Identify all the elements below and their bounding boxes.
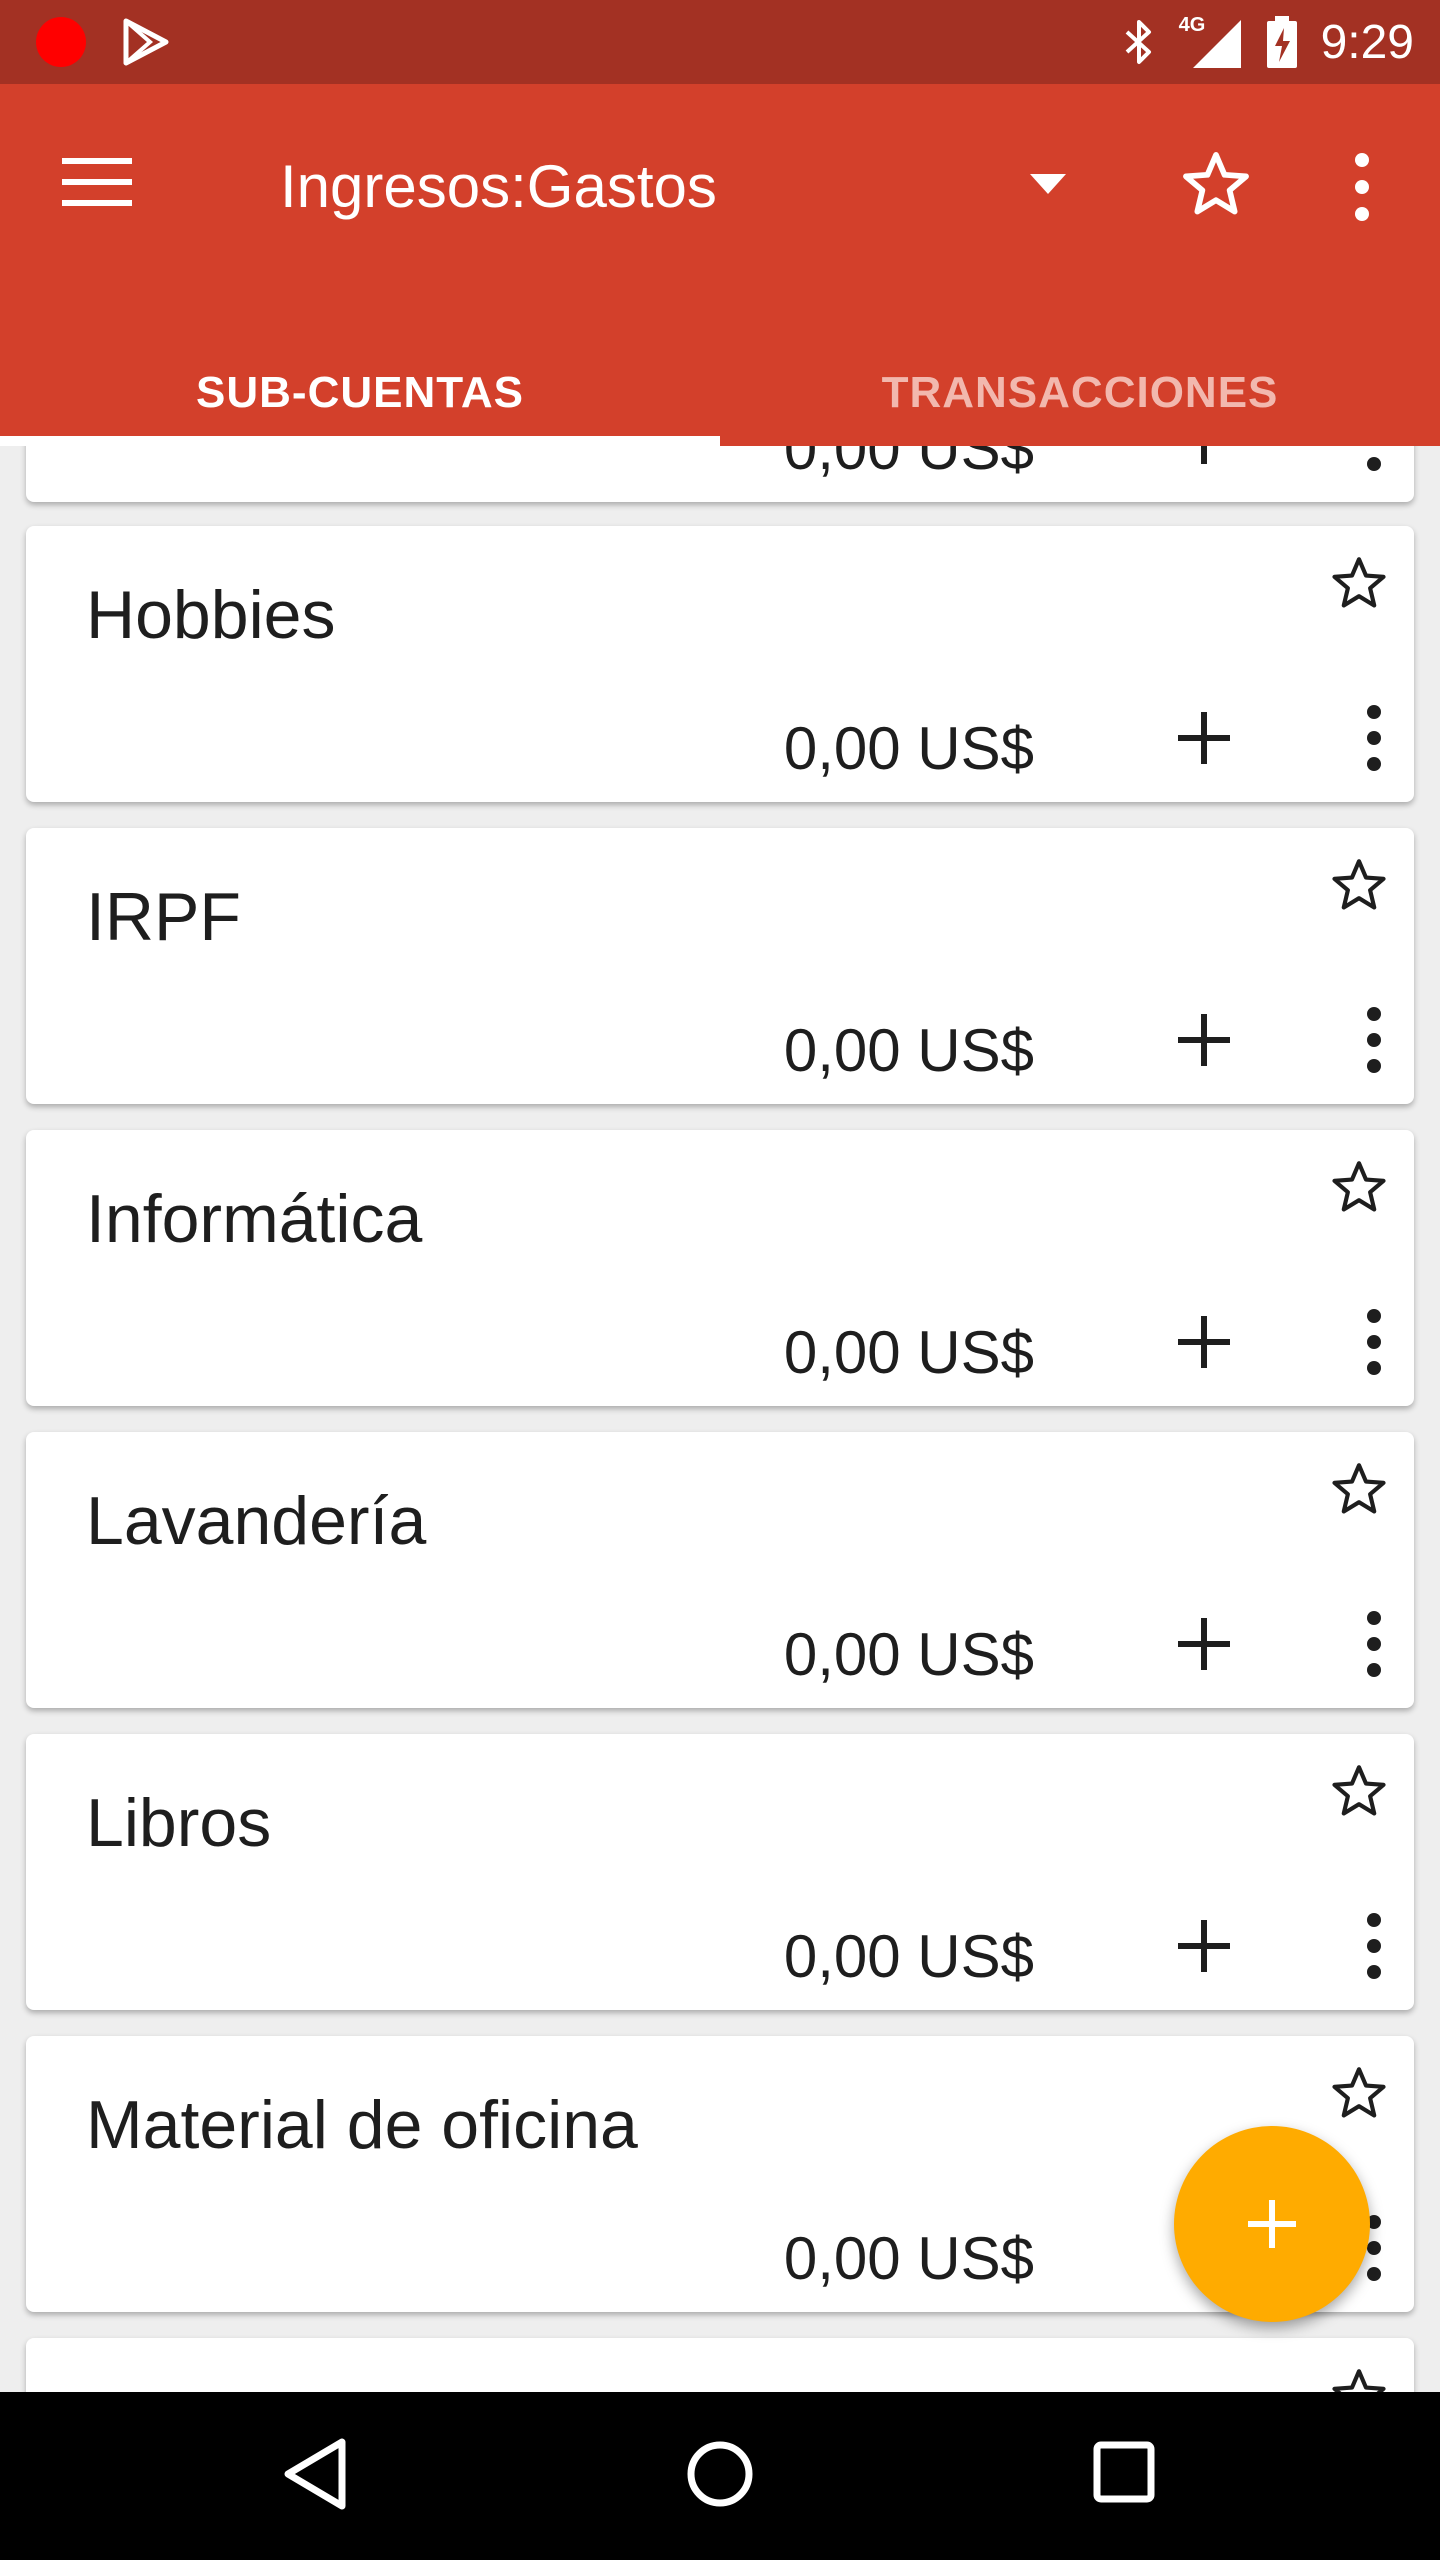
tab-indicator <box>0 436 720 446</box>
add-transaction-icon[interactable] <box>1174 1010 1234 1070</box>
recording-icon <box>36 17 86 67</box>
add-transaction-icon[interactable] <box>1174 446 1234 468</box>
add-transaction-icon[interactable] <box>1174 1916 1234 1976</box>
recents-icon[interactable] <box>1092 2440 1156 2504</box>
card-overflow-icon[interactable] <box>1362 1912 1386 1980</box>
star-outline-icon[interactable] <box>1328 854 1390 916</box>
cell-signal-icon: 4G <box>1179 14 1243 70</box>
account-balance: 0,00 US$ <box>783 1319 1034 1386</box>
overflow-menu-icon[interactable] <box>1340 152 1384 222</box>
play-store-icon <box>123 18 169 66</box>
account-balance: 0,00 US$ <box>783 1017 1034 1084</box>
account-name: Hobbies <box>86 577 336 653</box>
account-card[interactable]: Libros 0,00 US$ <box>26 1734 1414 2010</box>
account-balance: 0,00 US$ <box>783 2225 1034 2292</box>
app-toolbar: Ingresos:Gastos SUB-CUENTAS TRANSACCIONE… <box>0 84 1440 446</box>
tab-transacciones[interactable]: TRANSACCIONES <box>720 340 1440 446</box>
star-outline-icon[interactable] <box>1328 1458 1390 1520</box>
account-balance: 0,00 US$ <box>783 1923 1034 1990</box>
account-card-partial[interactable]: 0,00 US$ <box>26 446 1414 502</box>
status-bar: 4G 9:29 <box>0 0 1440 84</box>
card-overflow-icon[interactable] <box>1362 704 1386 772</box>
card-overflow-icon[interactable] <box>1362 1610 1386 1678</box>
tab-bar: SUB-CUENTAS TRANSACCIONES <box>0 340 1440 446</box>
account-name: Material de oficina <box>86 2087 638 2163</box>
subaccount-list[interactable]: 0,00 US$ Hobbies 0,00 US$ IRPF 0,00 US$ <box>0 446 1440 2392</box>
menu-icon[interactable] <box>62 154 132 210</box>
bluetooth-icon <box>1125 20 1151 64</box>
battery-charging-icon <box>1266 16 1297 68</box>
favorite-star-icon[interactable] <box>1178 146 1254 222</box>
account-card[interactable]: IRPF 0,00 US$ <box>26 828 1414 1104</box>
account-card[interactable]: Lavandería 0,00 US$ <box>26 1432 1414 1708</box>
home-icon[interactable] <box>686 2436 754 2512</box>
system-nav-bar <box>0 2392 1440 2560</box>
star-outline-icon[interactable] <box>1328 552 1390 614</box>
back-icon[interactable] <box>282 2436 350 2512</box>
account-name: Informática <box>86 1181 423 1257</box>
card-overflow-icon[interactable] <box>1362 1006 1386 1074</box>
add-transaction-icon[interactable] <box>1174 1614 1234 1674</box>
add-account-fab[interactable] <box>1174 2126 1370 2322</box>
star-outline-icon[interactable] <box>1328 1760 1390 1822</box>
dropdown-icon[interactable] <box>1028 172 1068 196</box>
star-outline-icon[interactable] <box>1328 2062 1390 2124</box>
account-card[interactable]: Informática 0,00 US$ <box>26 1130 1414 1406</box>
account-card-partial[interactable] <box>26 2338 1414 2392</box>
plus-icon <box>1248 2200 1296 2248</box>
star-outline-icon[interactable] <box>1328 2364 1390 2392</box>
account-card[interactable]: Hobbies 0,00 US$ <box>26 526 1414 802</box>
star-outline-icon[interactable] <box>1328 1156 1390 1218</box>
tab-sub-cuentas[interactable]: SUB-CUENTAS <box>0 340 720 446</box>
account-name: IRPF <box>86 879 241 955</box>
page-title[interactable]: Ingresos:Gastos <box>280 152 717 221</box>
account-balance: 0,00 US$ <box>783 715 1034 782</box>
account-name: Lavandería <box>86 1483 427 1559</box>
account-name: Libros <box>86 1785 272 1861</box>
account-balance: 0,00 US$ <box>783 1621 1034 1688</box>
card-overflow-icon[interactable] <box>1362 446 1386 472</box>
add-transaction-icon[interactable] <box>1174 708 1234 768</box>
add-transaction-icon[interactable] <box>1174 1312 1234 1372</box>
account-balance: 0,00 US$ <box>783 446 1034 482</box>
card-overflow-icon[interactable] <box>1362 1308 1386 1376</box>
clock: 9:29 <box>1320 15 1414 69</box>
